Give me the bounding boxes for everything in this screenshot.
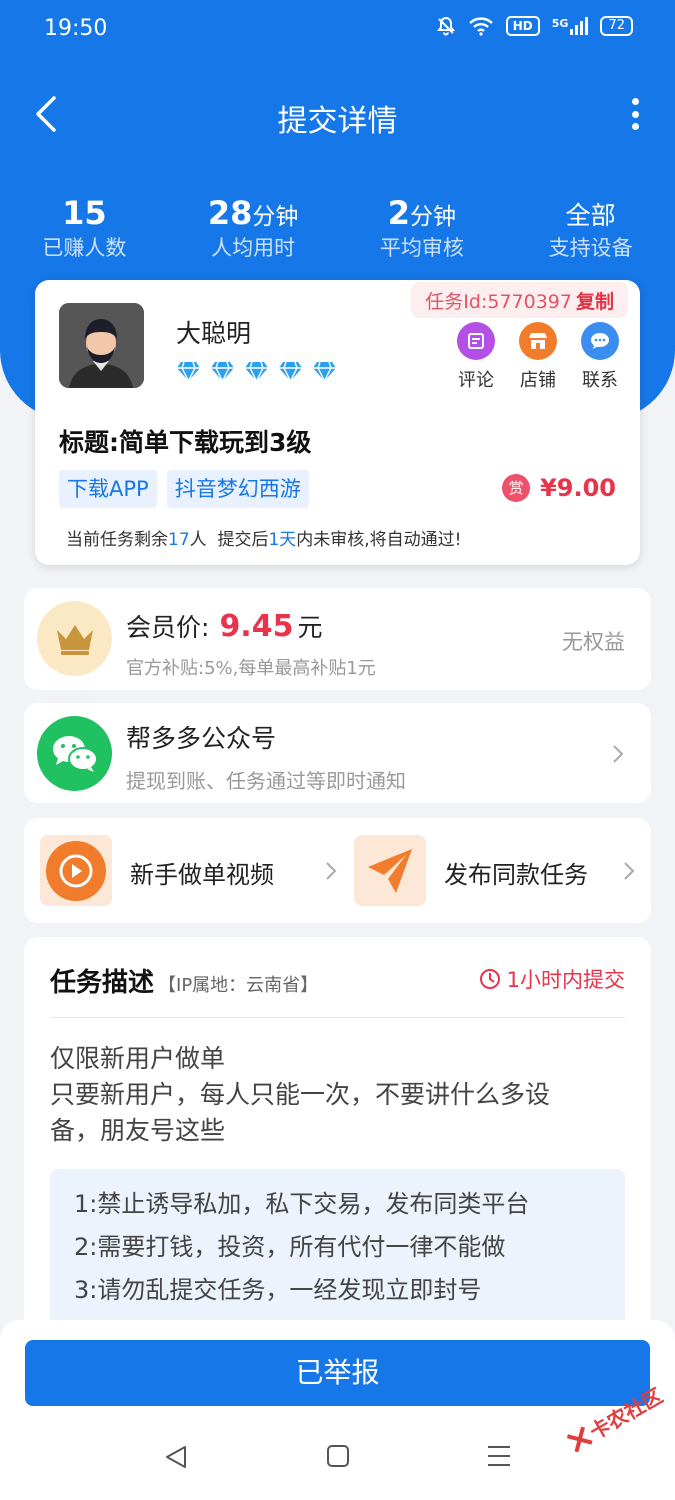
bell-muted-icon (436, 16, 455, 36)
hd-badge: HD (505, 16, 540, 36)
username: 大聪明 (176, 319, 252, 348)
rule-item: 1:禁止诱导私加，私下交易，发布同类平台 (74, 1190, 530, 1218)
reward: 赏 ¥9.00 (502, 474, 616, 502)
store-button[interactable]: 店铺 (518, 322, 558, 392)
nav-home-icon[interactable] (326, 1444, 350, 1468)
more-options-button[interactable] (625, 96, 645, 132)
publish-similar-task-button[interactable]: 发布同款任务 (354, 835, 644, 906)
vip-subtitle: 官方补贴:5%,每单最高补贴1元 (126, 658, 376, 679)
stats-row: 15 已赚人数 28分钟 人均用时 2分钟 平均审核 全部 支持设备 (0, 196, 675, 262)
signal-icon: 5G (552, 17, 589, 35)
paper-plane-icon (354, 835, 426, 906)
task-tags: 下载APP 抖音梦幻西游 (59, 470, 309, 508)
vip-price-card[interactable]: 会员价: 9.45 元 官方补贴:5%,每单最高补贴1元 无权益 (24, 588, 651, 690)
chevron-right-icon (624, 862, 635, 880)
beginner-video-label: 新手做单视频 (130, 861, 274, 889)
remaining-note: 当前任务剩余17人 提交后1天内未审核,将自动通过! (66, 530, 462, 550)
copy-button[interactable]: 复制 (576, 287, 614, 314)
description-title: 任务描述 (50, 968, 155, 998)
stat-avg-time: 28分钟 人均用时 (207, 194, 299, 260)
publish-similar-task-label: 发布同款任务 (444, 861, 588, 889)
chevron-right-icon (326, 862, 337, 880)
clock-icon (479, 969, 500, 989)
store-icon (519, 322, 557, 360)
reported-button[interactable]: 已举报 (25, 1340, 650, 1406)
description-header: 任务描述 【IP属地：云南省】 (50, 962, 318, 999)
chat-bubble-icon (581, 322, 619, 360)
beginner-video-button[interactable]: 新手做单视频 (40, 835, 340, 906)
task-title: 标题:简单下载玩到3级 (59, 428, 312, 457)
page-title: 提交详情 (277, 104, 398, 139)
stat-earned-count: 15 已赚人数 (42, 194, 127, 260)
task-description-card: 任务描述 【IP属地：云南省】 1小时内提交 仅限新用户做单 只要新用户，每人只… (24, 937, 651, 1369)
vip-price-title: 会员价: 9.45 元 (126, 609, 323, 644)
description-body: 仅限新用户做单 只要新用户，每人只能一次，不要讲什么多设备，朋友号这些 (50, 1044, 551, 1145)
battery-icon: 72 (600, 16, 633, 36)
wifi-icon (468, 17, 493, 36)
task-id-text: 任务Id:5770397 (425, 290, 572, 313)
diamond-icon (279, 361, 302, 382)
clock: 19:50 (44, 16, 108, 41)
rule-item: 2:需要打钱，投资，所有代付一律不能做 (74, 1233, 506, 1261)
card-actions: 评论 店铺 联系 (456, 322, 620, 392)
reward-icon: 赏 (502, 474, 531, 502)
wechat-subtitle: 提现到账、任务通过等即时通知 (126, 769, 406, 793)
dot-icon (631, 123, 639, 130)
comment-button[interactable]: 评论 (456, 322, 496, 392)
avatar[interactable] (59, 303, 144, 388)
wechat-account-card[interactable]: 帮多多公众号 提现到账、任务通过等即时通知 (24, 703, 651, 803)
reward-amount: ¥9.00 (540, 474, 616, 502)
tag-download-app: 下载APP (59, 470, 157, 508)
diamond-icon (211, 361, 234, 382)
navigation-bar: 提交详情 (0, 82, 675, 146)
chevron-right-icon (613, 745, 624, 763)
ip-location: 【IP属地：云南省】 (158, 975, 319, 996)
tag-game: 抖音梦幻西游 (166, 470, 309, 508)
wechat-icon (37, 716, 112, 791)
dot-icon (631, 98, 639, 105)
user-avatar-icon (59, 303, 144, 388)
contact-button[interactable]: 联系 (580, 322, 620, 392)
task-id-badge: 任务Id:5770397 复制 (411, 282, 628, 318)
shortcut-card: 新手做单视频 发布同款任务 (24, 818, 651, 923)
play-video-icon (40, 835, 112, 906)
wechat-title: 帮多多公众号 (126, 724, 277, 753)
stat-avg-review: 2分钟 平均审核 (379, 194, 464, 260)
deadline: 1小时内提交 (479, 964, 625, 994)
dot-icon (631, 110, 639, 118)
status-bar: 19:50 HD 5G 72 (0, 0, 675, 60)
comment-icon (457, 322, 495, 360)
diamond-icon (313, 361, 336, 382)
divider (50, 1017, 625, 1018)
level-diamonds (176, 360, 337, 382)
diamond-icon (245, 361, 268, 382)
task-card: 大聪明 任务Id:5770397 复制 评论 店铺 联系 标题:简单下载玩到3级… (35, 280, 640, 565)
status-icons: HD 5G 72 (436, 16, 633, 36)
stat-supported-devices: 全部 支持设备 (548, 201, 633, 260)
bottom-bar: 已举报 (0, 1320, 675, 1500)
nav-back-icon[interactable] (164, 1444, 188, 1470)
crown-icon (37, 601, 112, 676)
vip-status: 无权益 (562, 630, 625, 654)
nav-menu-icon[interactable] (486, 1444, 512, 1468)
rule-item: 3:请勿乱提交任务，一经发现立即封号 (74, 1276, 482, 1304)
diamond-icon (177, 361, 200, 382)
